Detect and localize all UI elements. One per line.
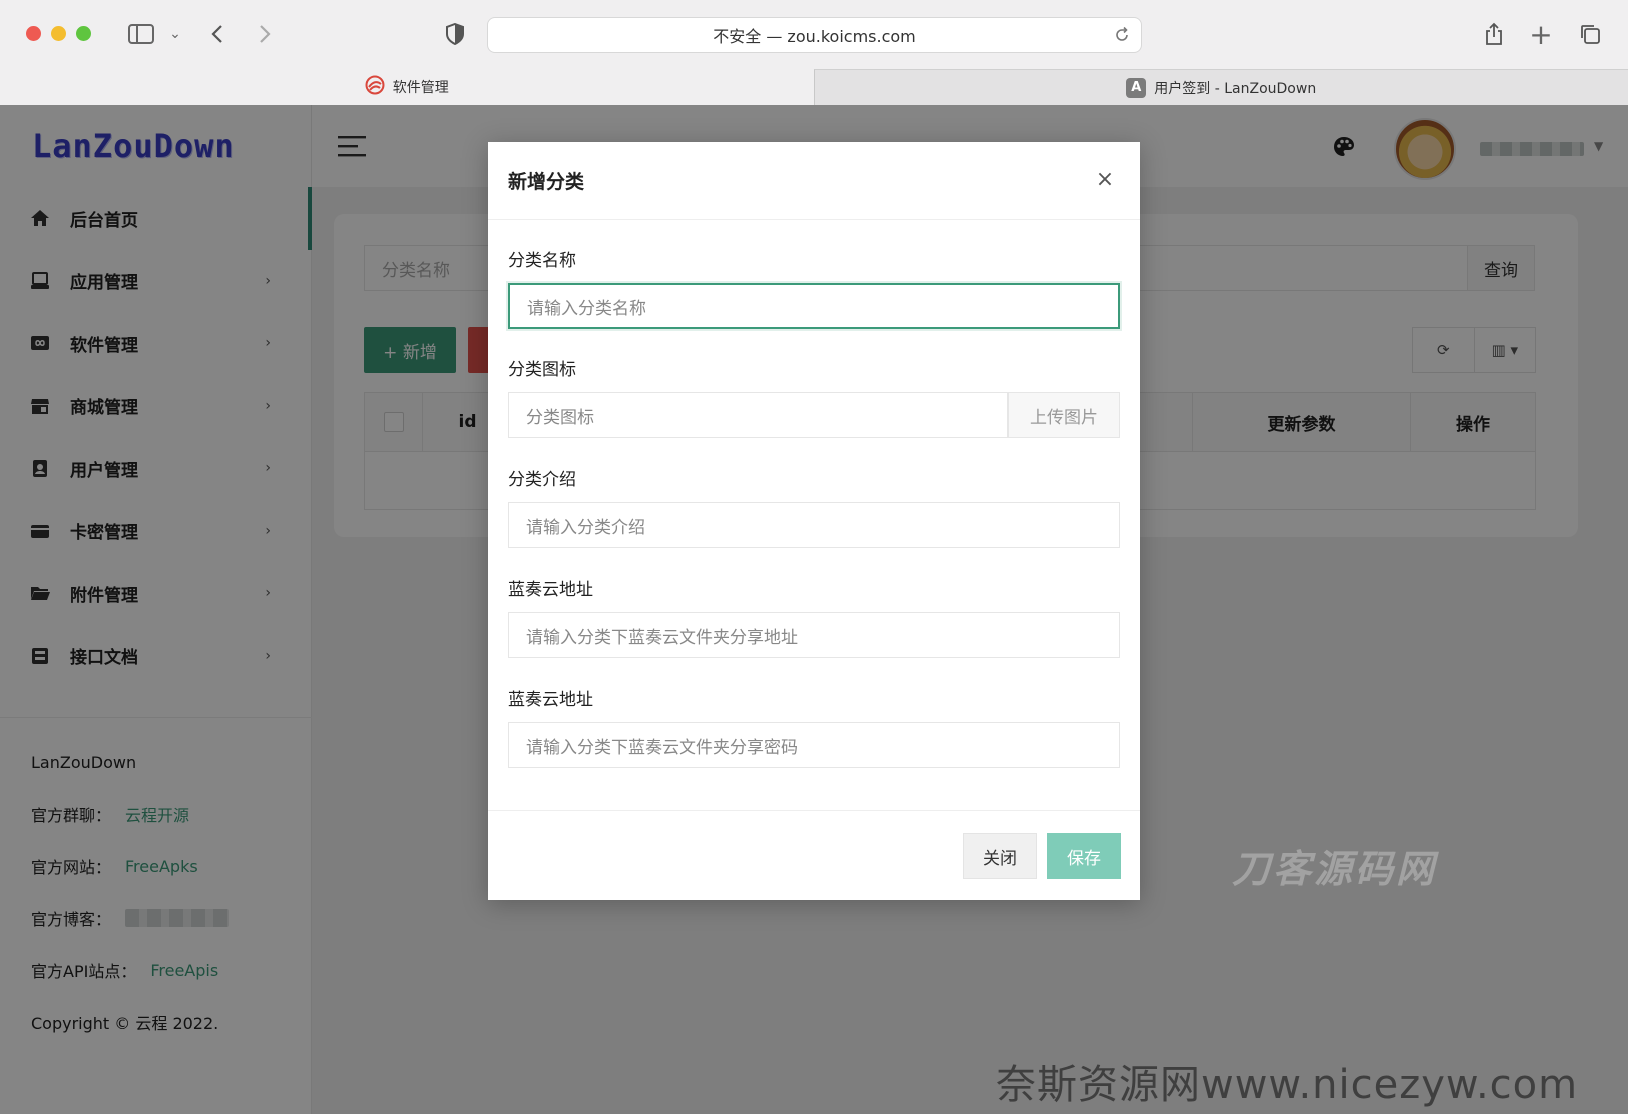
tab-user-checkin[interactable]: A 用户签到 - LanZouDown (813, 69, 1628, 105)
category-icon-label: 分类图标 (508, 360, 576, 380)
watermark-middle: 刀客源码网 (1232, 847, 1438, 891)
close-icon[interactable]: × (1090, 164, 1120, 194)
site-logo-icon (365, 75, 385, 99)
watermark-bottom: 奈斯资源网www.nicezyw.com (996, 1062, 1579, 1108)
reload-icon[interactable] (1113, 26, 1131, 44)
category-intro-input[interactable]: 请输入分类介绍 (508, 502, 1120, 548)
close-button[interactable]: 关闭 (963, 833, 1037, 879)
window-controls (26, 26, 91, 41)
back-arrow-icon[interactable] (200, 18, 234, 50)
tab-label: 软件管理 (392, 80, 449, 96)
new-tab-icon[interactable]: + (1524, 18, 1558, 51)
lanzou-url-label: 蓝奏云地址 (508, 580, 593, 600)
tab-letter-icon: A (1126, 77, 1147, 98)
tab-software-management[interactable]: 软件管理 (0, 69, 814, 105)
upload-image-button[interactable]: 上传图片 (1008, 392, 1120, 438)
save-button[interactable]: 保存 (1047, 833, 1121, 879)
add-category-modal: 新增分类 × 分类名称 请输入分类名称 分类图标 分类图标 上传图片 分类介绍 … (488, 142, 1140, 900)
lanzou-password-input[interactable]: 请输入分类下蓝奏云文件夹分享密码 (508, 722, 1120, 768)
close-window-button[interactable] (26, 26, 41, 41)
address-bar[interactable]: 不安全 — zou.koicms.com (487, 17, 1142, 53)
chevron-down-icon[interactable]: ⌄ (158, 18, 192, 50)
category-icon-input[interactable]: 分类图标 (508, 392, 1008, 438)
tab-overview-icon[interactable] (1573, 18, 1607, 50)
share-icon[interactable] (1477, 18, 1511, 50)
browser-chrome: ⌄ 不安全 — zou.koicms.com + 软件管理 A 用户签到 - L… (0, 0, 1628, 105)
lanzou-url-input[interactable]: 请输入分类下蓝奏云文件夹分享地址 (508, 612, 1120, 658)
tab-label: 用户签到 - LanZouDown (1154, 80, 1317, 97)
lanzou-password-label: 蓝奏云地址 (508, 690, 593, 710)
url-text: 不安全 — zou.koicms.com (713, 27, 916, 46)
tab-strip: 软件管理 A 用户签到 - LanZouDown (0, 69, 1628, 105)
category-name-label: 分类名称 (508, 251, 576, 271)
maximize-window-button[interactable] (76, 26, 91, 41)
minimize-window-button[interactable] (51, 26, 66, 41)
category-name-input[interactable]: 请输入分类名称 (508, 283, 1120, 329)
modal-title: 新增分类 (488, 142, 1140, 220)
forward-arrow-icon[interactable] (248, 18, 282, 50)
sidebar-toggle-icon[interactable] (124, 18, 158, 50)
shield-icon[interactable] (438, 18, 472, 50)
modal-footer: 关闭 保存 (488, 810, 1140, 900)
category-intro-label: 分类介绍 (508, 470, 576, 490)
